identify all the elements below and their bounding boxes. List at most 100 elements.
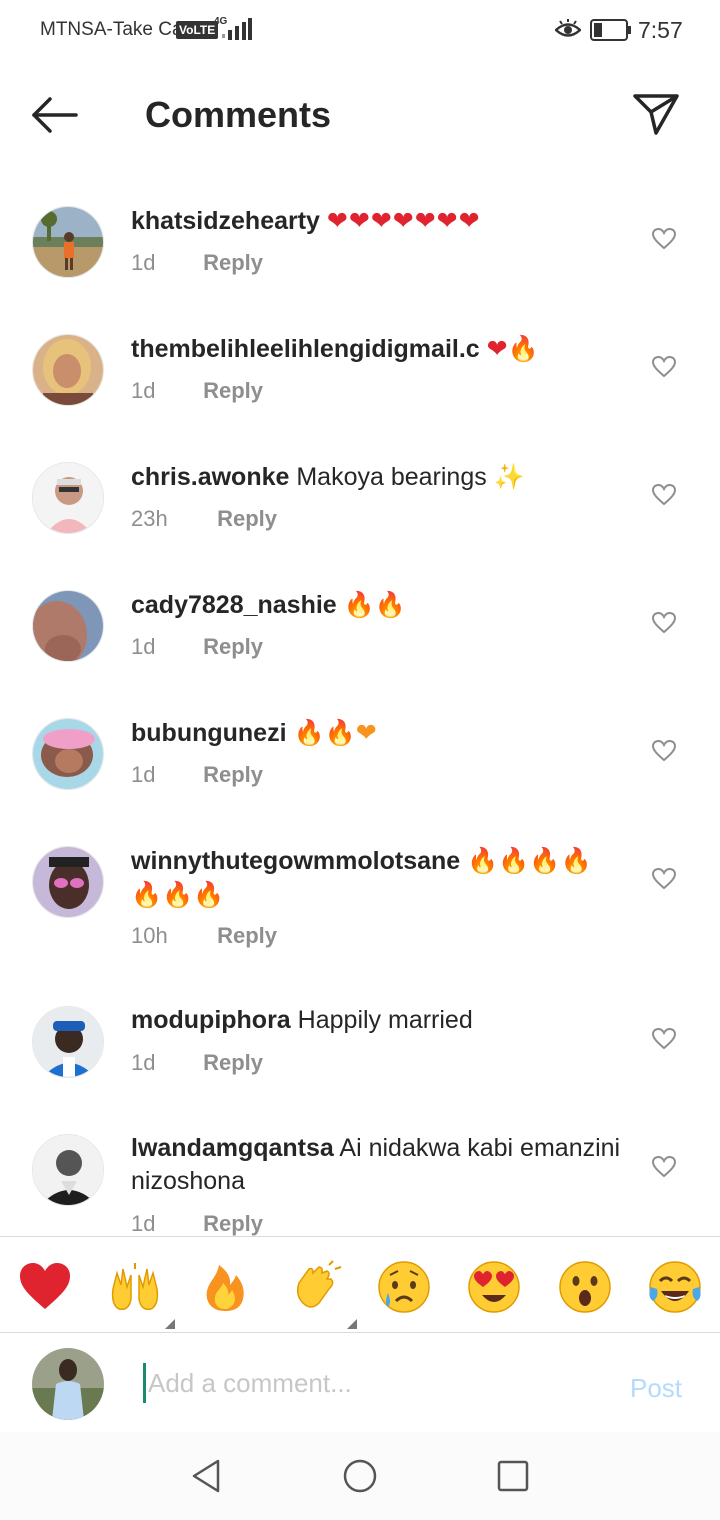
system-nav-bar [0,1432,720,1520]
like-heart-icon[interactable] [652,612,676,634]
paper-plane-icon[interactable] [632,92,680,136]
comment-time: 10h [131,923,168,948]
avatar[interactable] [32,590,104,662]
reply-button[interactable]: Reply [203,634,263,659]
comment-username[interactable]: winnythutegowmmolotsane [131,847,460,875]
comment-meta: 23h Reply [131,506,277,532]
avatar[interactable] [32,846,104,918]
clapping-hands-emoji-icon [296,1260,342,1308]
comment-text: cady7828_nashie 🔥🔥 [131,588,626,622]
comment-username[interactable]: khatsidzehearty [131,207,320,235]
comment-username[interactable]: cady7828_nashie [131,591,337,619]
comment-username[interactable]: chris.awonke [131,463,289,491]
comment-text: bubungunezi 🔥🔥❤ [131,716,626,750]
surprised-emoji-button[interactable] [557,1259,613,1315]
reply-button[interactable]: Reply [203,378,263,403]
volte-badge: VoLTE [176,21,219,39]
avatar[interactable] [32,462,104,534]
comment-emojis: ✨ [493,462,525,491]
comment-item: bubungunezi 🔥🔥❤ 1d Reply [0,718,720,846]
post-button[interactable]: Post [630,1373,682,1404]
like-heart-icon[interactable] [652,484,676,506]
comment-input[interactable] [143,1363,603,1403]
comment-meta: 1d Reply [131,1050,263,1076]
carrier-name: MTNSA-Take Ca [40,19,183,40]
reply-button[interactable]: Reply [203,762,263,787]
comment-username[interactable]: lwandamgqantsa [131,1134,334,1162]
comment-time: 1d [131,250,156,275]
comment-emojis: 🔥🔥❤ [293,718,377,747]
avatar[interactable] [32,1006,104,1078]
comment-text: thembelihleelihlengidigmail.c ❤🔥 [131,332,626,366]
avatar-photo [33,591,103,661]
avatar[interactable] [32,1134,104,1206]
comment-time: 1d [131,1211,156,1236]
sad-tear-emoji-button[interactable] [376,1259,432,1315]
like-heart-icon[interactable] [652,1028,676,1050]
surprised-emoji-icon [559,1261,611,1313]
comment-item: chris.awonke Makoya bearings ✨ 23h Reply [0,462,720,590]
reply-button[interactable]: Reply [203,250,263,275]
avatar-photo [33,1007,103,1077]
heart-emoji-icon [20,1263,70,1309]
raising-hands-emoji-button[interactable] [107,1259,175,1329]
comment-time: 23h [131,506,168,531]
avatar[interactable] [32,334,104,406]
recents-square-icon[interactable] [496,1458,530,1494]
clock: 7:57 [638,17,683,43]
heart-eyes-emoji-icon [468,1261,520,1313]
signal-icon [222,18,252,40]
comment-meta: 1d Reply [131,762,263,788]
comment-text: modupiphora Happily married [131,1004,626,1037]
comment-item: lwandamgqantsa Ai nidakwa kabi emanzini … [0,1134,720,1236]
comment-time: 1d [131,634,156,659]
comment-body: Happily married [297,1006,473,1034]
comment-meta: 1d Reply [131,1211,263,1236]
like-heart-icon[interactable] [652,868,676,890]
fire-emoji-icon [206,1265,244,1311]
heart-emoji-button[interactable] [17,1259,73,1315]
like-heart-icon[interactable] [652,740,676,762]
comment-meta: 10h Reply [131,923,277,949]
like-heart-icon[interactable] [652,228,676,250]
comment-composer: Post [0,1332,720,1432]
comment-meta: 1d Reply [131,250,263,276]
tears-of-joy-emoji-button[interactable] [647,1259,703,1315]
reply-button[interactable]: Reply [203,1050,263,1075]
like-heart-icon[interactable] [652,356,676,378]
current-user-avatar [32,1348,104,1420]
clapping-hands-emoji-button[interactable] [289,1259,357,1329]
comment-text: lwandamgqantsa Ai nidakwa kabi emanzini … [131,1132,626,1198]
comment-item: modupiphora Happily married 1d Reply [0,1006,720,1134]
avatar[interactable] [32,718,104,790]
reply-button[interactable]: Reply [203,1211,263,1236]
back-arrow-icon[interactable] [30,96,78,134]
avatar-photo [33,847,103,917]
comment-time: 1d [131,378,156,403]
comment-username[interactable]: bubungunezi [131,719,287,747]
reply-button[interactable]: Reply [217,923,277,948]
header: Comments [0,62,720,172]
home-circle-icon[interactable] [342,1458,378,1494]
like-heart-icon[interactable] [652,1156,676,1178]
comment-username[interactable]: thembelihleelihlengidigmail.c [131,335,480,363]
comment-item: khatsidzehearty ❤❤❤❤❤❤❤ 1d Reply [0,206,720,334]
comment-username[interactable]: modupiphora [131,1006,291,1034]
tears-of-joy-emoji-icon [649,1261,701,1313]
heart-eyes-emoji-button[interactable] [466,1259,522,1315]
avatar-photo [32,1348,104,1420]
comment-meta: 1d Reply [131,378,263,404]
fire-emoji-button[interactable] [197,1259,253,1315]
page-title: Comments [145,94,332,135]
comment-body: Makoya bearings [296,463,487,491]
avatar-photo [33,1135,103,1205]
comment-meta: 1d Reply [131,634,263,660]
reply-button[interactable]: Reply [217,506,277,531]
comment-emojis: 🔥🔥 [343,590,406,619]
variant-indicator [165,1319,175,1329]
avatar[interactable] [32,206,104,278]
back-triangle-icon[interactable] [190,1458,222,1494]
comments-list[interactable]: khatsidzehearty ❤❤❤❤❤❤❤ 1d Reply thembel… [0,172,720,1236]
comment-item: cady7828_nashie 🔥🔥 1d Reply [0,590,720,718]
comment-time: 1d [131,762,156,787]
